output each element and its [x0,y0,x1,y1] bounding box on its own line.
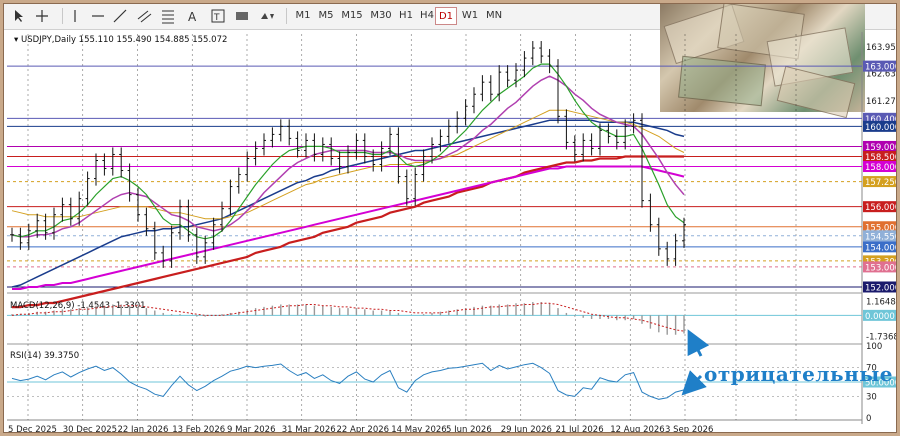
price-tick-label: 161.270 [866,97,897,107]
macd-tick-label: -1.7368 [866,332,897,342]
price-level-label: 163.000 [865,63,897,73]
time-tick-label: 22 Apr 2026 [337,425,390,433]
price-level-label: 160.000 [865,123,897,133]
price-level-label: 152.000 [865,283,897,293]
price-level-label: 157.250 [865,178,897,188]
rsi-tick-label: 30 [866,392,877,402]
time-tick-label: 30 Dec 2025 [63,425,117,433]
rsi-tick-label: 0 [866,414,871,424]
time-tick-label: 9 Mar 2026 [227,425,275,433]
macd-tick-label: 1.1648 [866,297,896,307]
chart-title: ▾ USDJPY,Daily 155.110 155.490 154.885 1… [14,35,227,45]
time-tick-label: 13 Feb 2026 [172,425,225,433]
time-tick-label: 29 Jun 2026 [501,425,552,433]
time-tick-label: 14 May 2026 [391,425,446,433]
time-tick-label: 21 Jul 2026 [556,425,604,433]
macd-tick-label: 0.0000 [865,312,895,322]
price-level-label: 158.000 [865,163,897,173]
price-level-label: 156.000 [865,203,897,213]
rsi-title: RSI(14) 39.3750 [10,351,79,361]
time-tick-label: 5 Jun 2026 [446,425,492,433]
annotation-text: отрицательные [704,362,893,386]
price-tick-label: 163.950 [866,43,897,53]
price-level-label: 153.000 [865,263,897,273]
price-level-label: 154.000 [865,243,897,253]
rsi-tick-label: 100 [866,342,882,352]
chart-window: A T M1 M5 M15 M30 H1 H4 D1 W1 MN 5 Dec 2… [3,3,897,433]
rsi-line [11,362,685,400]
time-tick-label: 12 Aug 2026 [610,425,664,433]
price-level-label: 154.550 [865,232,897,242]
time-tick-label: 3 Sep 2026 [665,425,713,433]
time-tick-label: 22 Jan 2026 [118,425,169,433]
annotation-arrow-up [687,329,710,357]
time-tick-label: 5 Dec 2025 [8,425,57,433]
time-tick-label: 31 Mar 2026 [282,425,336,433]
